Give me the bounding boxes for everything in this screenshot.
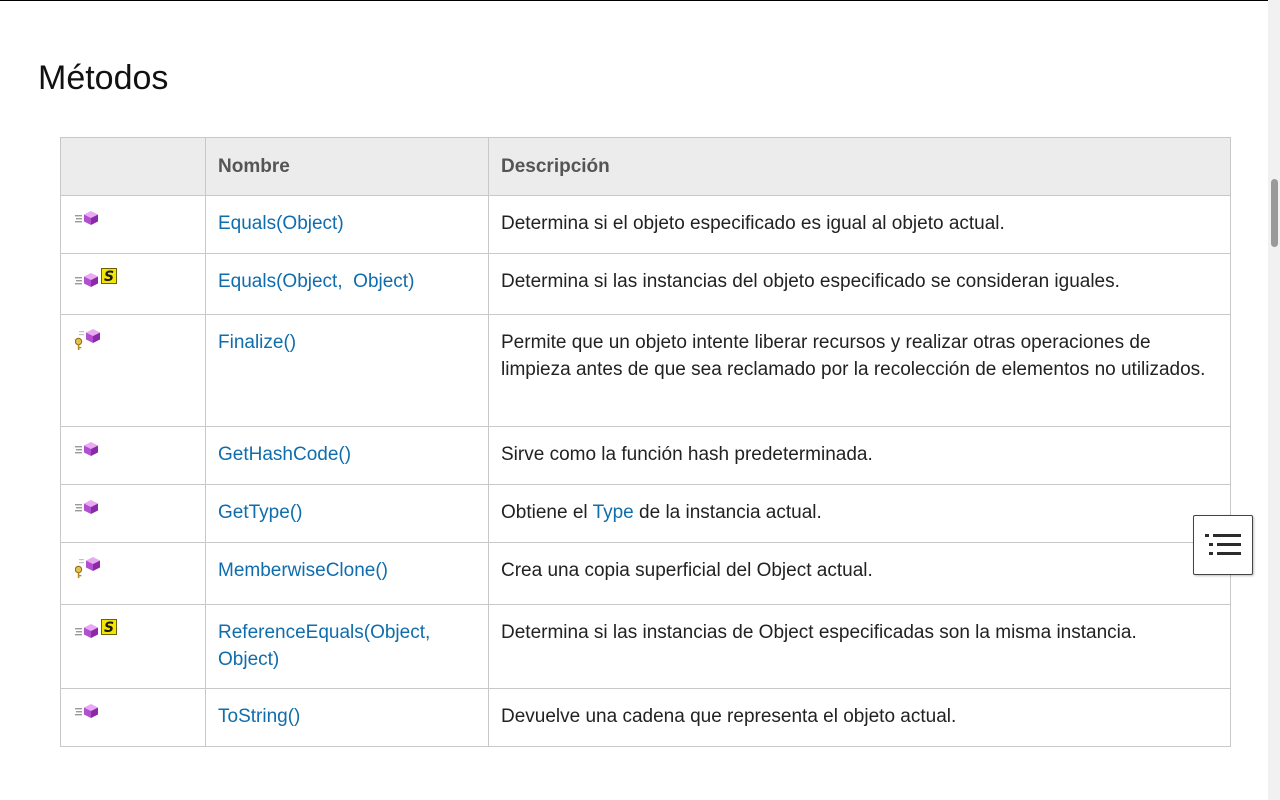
list-icon xyxy=(1205,534,1241,555)
icon-cell xyxy=(60,314,206,427)
description-cell: Devuelve una cadena que representa el ob… xyxy=(488,688,1231,747)
name-cell: GetHashCode() xyxy=(205,426,489,485)
description-cell: Determina si el objeto especificado es i… xyxy=(488,195,1231,254)
method-link-equals-object-object[interactable]: Equals(Object, Object) xyxy=(218,271,414,292)
name-cell: Finalize() xyxy=(205,314,489,427)
table-of-contents-button[interactable] xyxy=(1193,515,1253,575)
static-icon: S xyxy=(101,268,117,284)
public-method-icon xyxy=(75,273,98,287)
header-name: Nombre xyxy=(205,137,489,196)
method-link-tostring[interactable]: ToString() xyxy=(218,706,300,727)
methods-table: Nombre Descripción Equals(Object) Determ… xyxy=(60,137,1231,747)
table-row: S ReferenceEquals(Object, Object) Determ… xyxy=(60,604,1231,689)
icon-cell: S xyxy=(60,604,206,689)
description-cell: Obtiene el Type de la instancia actual. xyxy=(488,484,1231,543)
type-link[interactable]: Type xyxy=(593,502,634,523)
table-row: Finalize() Permite que un objeto intente… xyxy=(60,314,1231,427)
name-cell: ReferenceEquals(Object, Object) xyxy=(205,604,489,689)
icon-cell xyxy=(60,426,206,485)
public-method-icon xyxy=(75,704,98,718)
method-link-memberwiseclone[interactable]: MemberwiseClone() xyxy=(218,560,388,581)
name-cell: GetType() xyxy=(205,484,489,543)
icon-cell: S xyxy=(60,253,206,315)
scrollbar-thumb[interactable] xyxy=(1271,179,1278,247)
table-row: Equals(Object) Determina si el objeto es… xyxy=(60,195,1231,254)
method-link-referenceequals[interactable]: ReferenceEquals(Object, Object) xyxy=(218,622,430,670)
icon-cell xyxy=(60,195,206,254)
method-link-equals-object[interactable]: Equals(Object) xyxy=(218,213,344,234)
public-method-icon xyxy=(75,211,98,225)
header-icon xyxy=(60,137,206,196)
description-cell: Determina si las instancias de Object es… xyxy=(488,604,1231,689)
svg-text:S: S xyxy=(104,269,114,284)
description-cell: Sirve como la función hash predeterminad… xyxy=(488,426,1231,485)
table-row: GetType() Obtiene el Type de la instanci… xyxy=(60,484,1231,543)
icon-cell xyxy=(60,484,206,543)
protected-method-icon xyxy=(75,557,100,579)
name-cell: Equals(Object, Object) xyxy=(205,253,489,315)
description-cell: Crea una copia superficial del Object ac… xyxy=(488,542,1231,605)
table-header-row: Nombre Descripción xyxy=(60,137,1231,196)
svg-text:S: S xyxy=(104,620,114,635)
name-cell: ToString() xyxy=(205,688,489,747)
description-cell: Determina si las instancias del objeto e… xyxy=(488,253,1231,315)
table-row: ToString() Devuelve una cadena que repre… xyxy=(60,688,1231,747)
public-method-icon xyxy=(75,624,98,638)
name-cell: Equals(Object) xyxy=(205,195,489,254)
protected-method-icon xyxy=(75,329,100,351)
method-link-finalize[interactable]: Finalize() xyxy=(218,332,296,353)
scrollbar-track[interactable] xyxy=(1268,0,1280,800)
public-method-icon xyxy=(75,442,98,456)
table-row: GetHashCode() Sirve como la función hash… xyxy=(60,426,1231,485)
description-cell: Permite que un objeto intente liberar re… xyxy=(488,314,1231,427)
page-title: Métodos xyxy=(38,59,169,97)
method-link-gethashcode[interactable]: GetHashCode() xyxy=(218,444,351,465)
icon-cell xyxy=(60,688,206,747)
public-method-icon xyxy=(75,500,98,514)
header-description: Descripción xyxy=(488,137,1231,196)
icon-cell xyxy=(60,542,206,605)
method-link-gettype[interactable]: GetType() xyxy=(218,502,302,523)
static-icon: S xyxy=(101,619,117,635)
description-text: de la instancia actual. xyxy=(633,502,822,523)
name-cell: MemberwiseClone() xyxy=(205,542,489,605)
table-row: S Equals(Object, Object) Determina si la… xyxy=(60,253,1231,315)
description-text: Obtiene el xyxy=(501,502,593,523)
top-border xyxy=(0,0,1268,1)
table-row: MemberwiseClone() Crea una copia superfi… xyxy=(60,542,1231,605)
